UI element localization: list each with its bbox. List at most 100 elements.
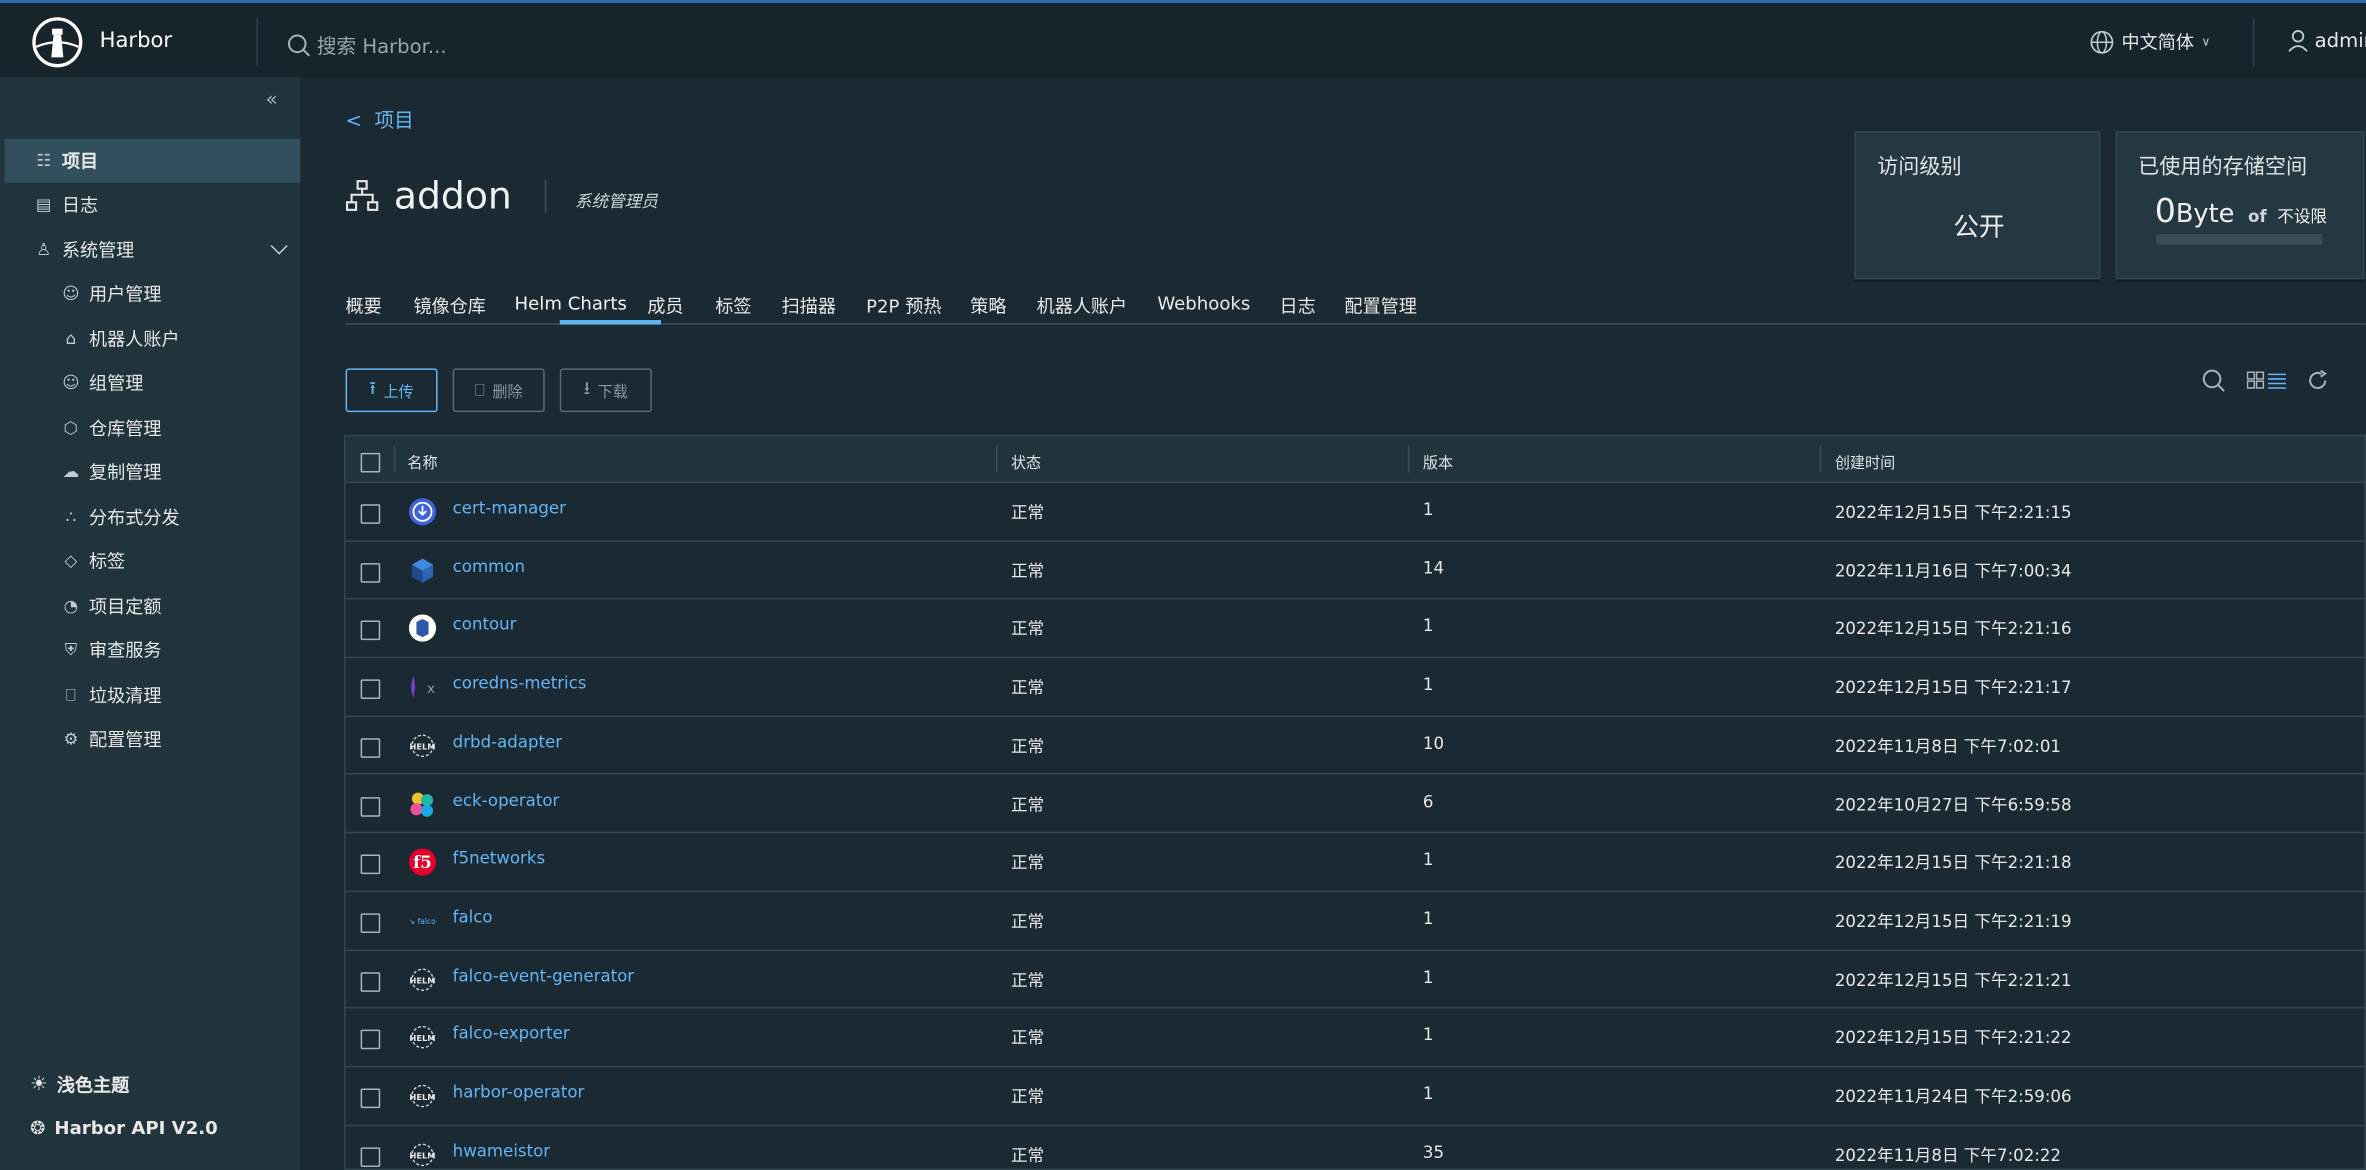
column-header-created[interactable]: 创建时间	[1835, 450, 1895, 473]
table-row[interactable]: HELM drbd-adapter 正常 10 2022年11月8日 下午7:02:01	[345, 717, 2365, 776]
column-header-name[interactable]: 名称	[407, 450, 437, 473]
table-row[interactable]: ↘ falco falco 正常 1 2022年12月15日 下午2:21:19	[345, 892, 2365, 951]
chart-name-link[interactable]: falco-event-generator	[453, 966, 634, 986]
chevron-down-icon	[270, 237, 288, 255]
table-row[interactable]: f5 f5networks 正常 1 2022年12月15日 下午2:21:18	[345, 834, 2365, 893]
theme-toggle[interactable]: ☀ 浅色主题	[30, 1072, 129, 1098]
chart-status: 正常	[1010, 1028, 1045, 1049]
sidebar-item-admin[interactable]: ♙ 系统管理	[5, 228, 301, 272]
chart-name-link[interactable]: cert-manager	[453, 498, 566, 518]
row-checkbox[interactable]	[360, 796, 381, 816]
column-header-status[interactable]: 状态	[1011, 450, 1041, 473]
delete-label: 删除	[492, 384, 523, 402]
tab-helm-charts[interactable]: Helm Charts	[515, 293, 627, 314]
sidebar-item-labels[interactable]: ◇ 标签	[5, 539, 301, 583]
chart-version-count: 1	[1422, 850, 1434, 870]
chart-name-link[interactable]: contour	[453, 615, 517, 635]
row-checkbox[interactable]	[360, 679, 381, 700]
row-checkbox[interactable]	[360, 971, 381, 992]
svg-text:f5: f5	[413, 852, 432, 872]
chart-helm-icon: HELM	[407, 1023, 437, 1053]
chart-name-link[interactable]: f5networks	[453, 849, 545, 869]
row-checkbox[interactable]	[360, 854, 381, 875]
tab-labels[interactable]: 标签	[715, 293, 751, 319]
sidebar-item-logs[interactable]: ▤ 日志	[5, 183, 301, 227]
sidebar-item-config[interactable]: ⚙ 配置管理	[5, 717, 301, 761]
theme-label: 浅色主题	[56, 1074, 130, 1097]
table-row[interactable]: HELM falco-exporter 正常 1 2022年12月15日 下午2:21:…	[345, 1009, 2365, 1068]
sidebar-item-scanners[interactable]: ⛨ 审查服务	[5, 628, 301, 672]
row-checkbox[interactable]	[360, 621, 381, 641]
row-checkbox[interactable]	[360, 504, 381, 524]
sidebar-item-quotas[interactable]: ◔ 项目定额	[5, 584, 301, 628]
tab-p2p-preheat[interactable]: P2P 预热	[866, 293, 941, 319]
tab-scanner[interactable]: 扫描器	[782, 293, 836, 319]
sidebar-item-robots[interactable]: ⌂ 机器人账户	[5, 317, 301, 361]
chart-name-link[interactable]: falco	[453, 907, 493, 927]
tab-members[interactable]: 成员	[647, 293, 683, 319]
sidebar-item-replications[interactable]: ☁ 复制管理	[5, 450, 301, 494]
user-menu[interactable]: admin	[2287, 29, 2366, 53]
table-row[interactable]: HELM harbor-operator 正常 1 2022年11月24日 下午2:59…	[345, 1067, 2365, 1126]
table-row[interactable]: HELM falco-event-generator 正常 1 2022年12月15日 …	[345, 950, 2365, 1009]
sidebar-item-users[interactable]: ☺ 用户管理	[5, 272, 301, 316]
chart-name-link[interactable]: coredns-metrics	[453, 673, 587, 693]
sidebar-item-projects[interactable]: ☷ 项目	[4, 138, 301, 183]
language-selector[interactable]: 中文简体 ∨	[2090, 29, 2210, 55]
row-checkbox[interactable]	[360, 562, 381, 583]
refresh-icon[interactable]	[2307, 369, 2328, 391]
tab-summary[interactable]: 概要	[346, 293, 382, 319]
table-row[interactable]: contour 正常 1 2022年12月15日 下午2:21:16	[345, 600, 2365, 659]
select-all-checkbox[interactable]	[360, 452, 381, 473]
chart-name-link[interactable]: drbd-adapter	[453, 732, 562, 752]
upload-button[interactable]: ⭱ 上传	[345, 368, 438, 413]
sidebar-item-gc[interactable]: ⎕ 垃圾清理	[5, 673, 301, 717]
tab-robot-accounts[interactable]: 机器人账户	[1037, 293, 1128, 319]
chart-created-time: 2022年11月8日 下午7:02:01	[1834, 736, 2062, 757]
svg-text:x: x	[427, 681, 435, 697]
collapse-sidebar-icon[interactable]: «	[266, 89, 278, 112]
chart-helm-icon: HELM	[407, 730, 437, 760]
row-checkbox[interactable]	[360, 737, 381, 758]
row-checkbox[interactable]	[360, 913, 381, 933]
chart-created-time: 2022年12月15日 下午2:21:18	[1834, 853, 2072, 873]
download-button[interactable]: ⭳ 下载	[559, 368, 652, 413]
delete-button[interactable]: ⎕ 删除	[452, 368, 545, 413]
api-explorer-link[interactable]: ❂ Harbor API V2.0	[30, 1117, 218, 1138]
chart-name-link[interactable]: eck-operator	[453, 790, 560, 810]
table-row[interactable]: cert-manager 正常 1 2022年12月15日 下午2:21:15	[345, 483, 2365, 542]
tab-policy[interactable]: 策略	[970, 293, 1006, 319]
global-search[interactable]: 搜索 Harbor...	[287, 30, 447, 59]
harbor-logo-icon[interactable]	[32, 17, 83, 68]
sidebar-item-label: 分布式分发	[89, 507, 180, 529]
column-header-version[interactable]: 版本	[1423, 450, 1453, 473]
chart-name-link[interactable]: common	[453, 557, 525, 577]
tab-webhooks[interactable]: Webhooks	[1157, 293, 1250, 314]
row-checkbox[interactable]	[360, 1088, 381, 1109]
table-row[interactable]: eck-operator 正常 6 2022年10月27日 下午6:59:58	[345, 775, 2365, 834]
chart-status: 正常	[1010, 502, 1045, 523]
chevron-left-icon: <	[345, 110, 362, 133]
chart-name-link[interactable]: hwameistor	[453, 1141, 550, 1161]
page-title: addon	[345, 174, 512, 217]
table-row[interactable]: common 正常 14 2022年11月16日 下午7:00:34	[345, 542, 2365, 600]
card-list-toggle-icon[interactable]	[2246, 371, 2286, 389]
title-divider	[544, 179, 547, 213]
tab-repositories[interactable]: 镜像仓库	[413, 293, 485, 319]
table-row[interactable]: x coredns-metrics 正常 1 2022年12月15日 下午2:21:17	[345, 658, 2365, 717]
table-row[interactable]: HELM hwameistor 正常 35 2022年11月8日 下午7:02:22	[346, 1126, 2365, 1169]
row-checkbox[interactable]	[360, 1146, 381, 1167]
sidebar-item-label: 垃圾清理	[89, 685, 162, 707]
search-icon[interactable]	[2201, 368, 2225, 392]
back-link[interactable]: < 项目	[346, 104, 414, 133]
tab-configuration[interactable]: 配置管理	[1344, 293, 1416, 319]
brand-name[interactable]: Harbor	[100, 29, 173, 53]
sidebar-item-distribution[interactable]: ∴ 分布式分发	[5, 495, 301, 539]
sidebar-item-registries[interactable]: ⬡ 仓库管理	[5, 406, 301, 450]
chart-f5-icon: f5	[407, 847, 437, 877]
chart-name-link[interactable]: harbor-operator	[453, 1082, 585, 1102]
chart-name-link[interactable]: falco-exporter	[453, 1024, 570, 1044]
tab-logs[interactable]: 日志	[1280, 293, 1316, 319]
sidebar-item-groups[interactable]: ☺ 组管理	[5, 361, 301, 405]
row-checkbox[interactable]	[360, 1030, 381, 1050]
